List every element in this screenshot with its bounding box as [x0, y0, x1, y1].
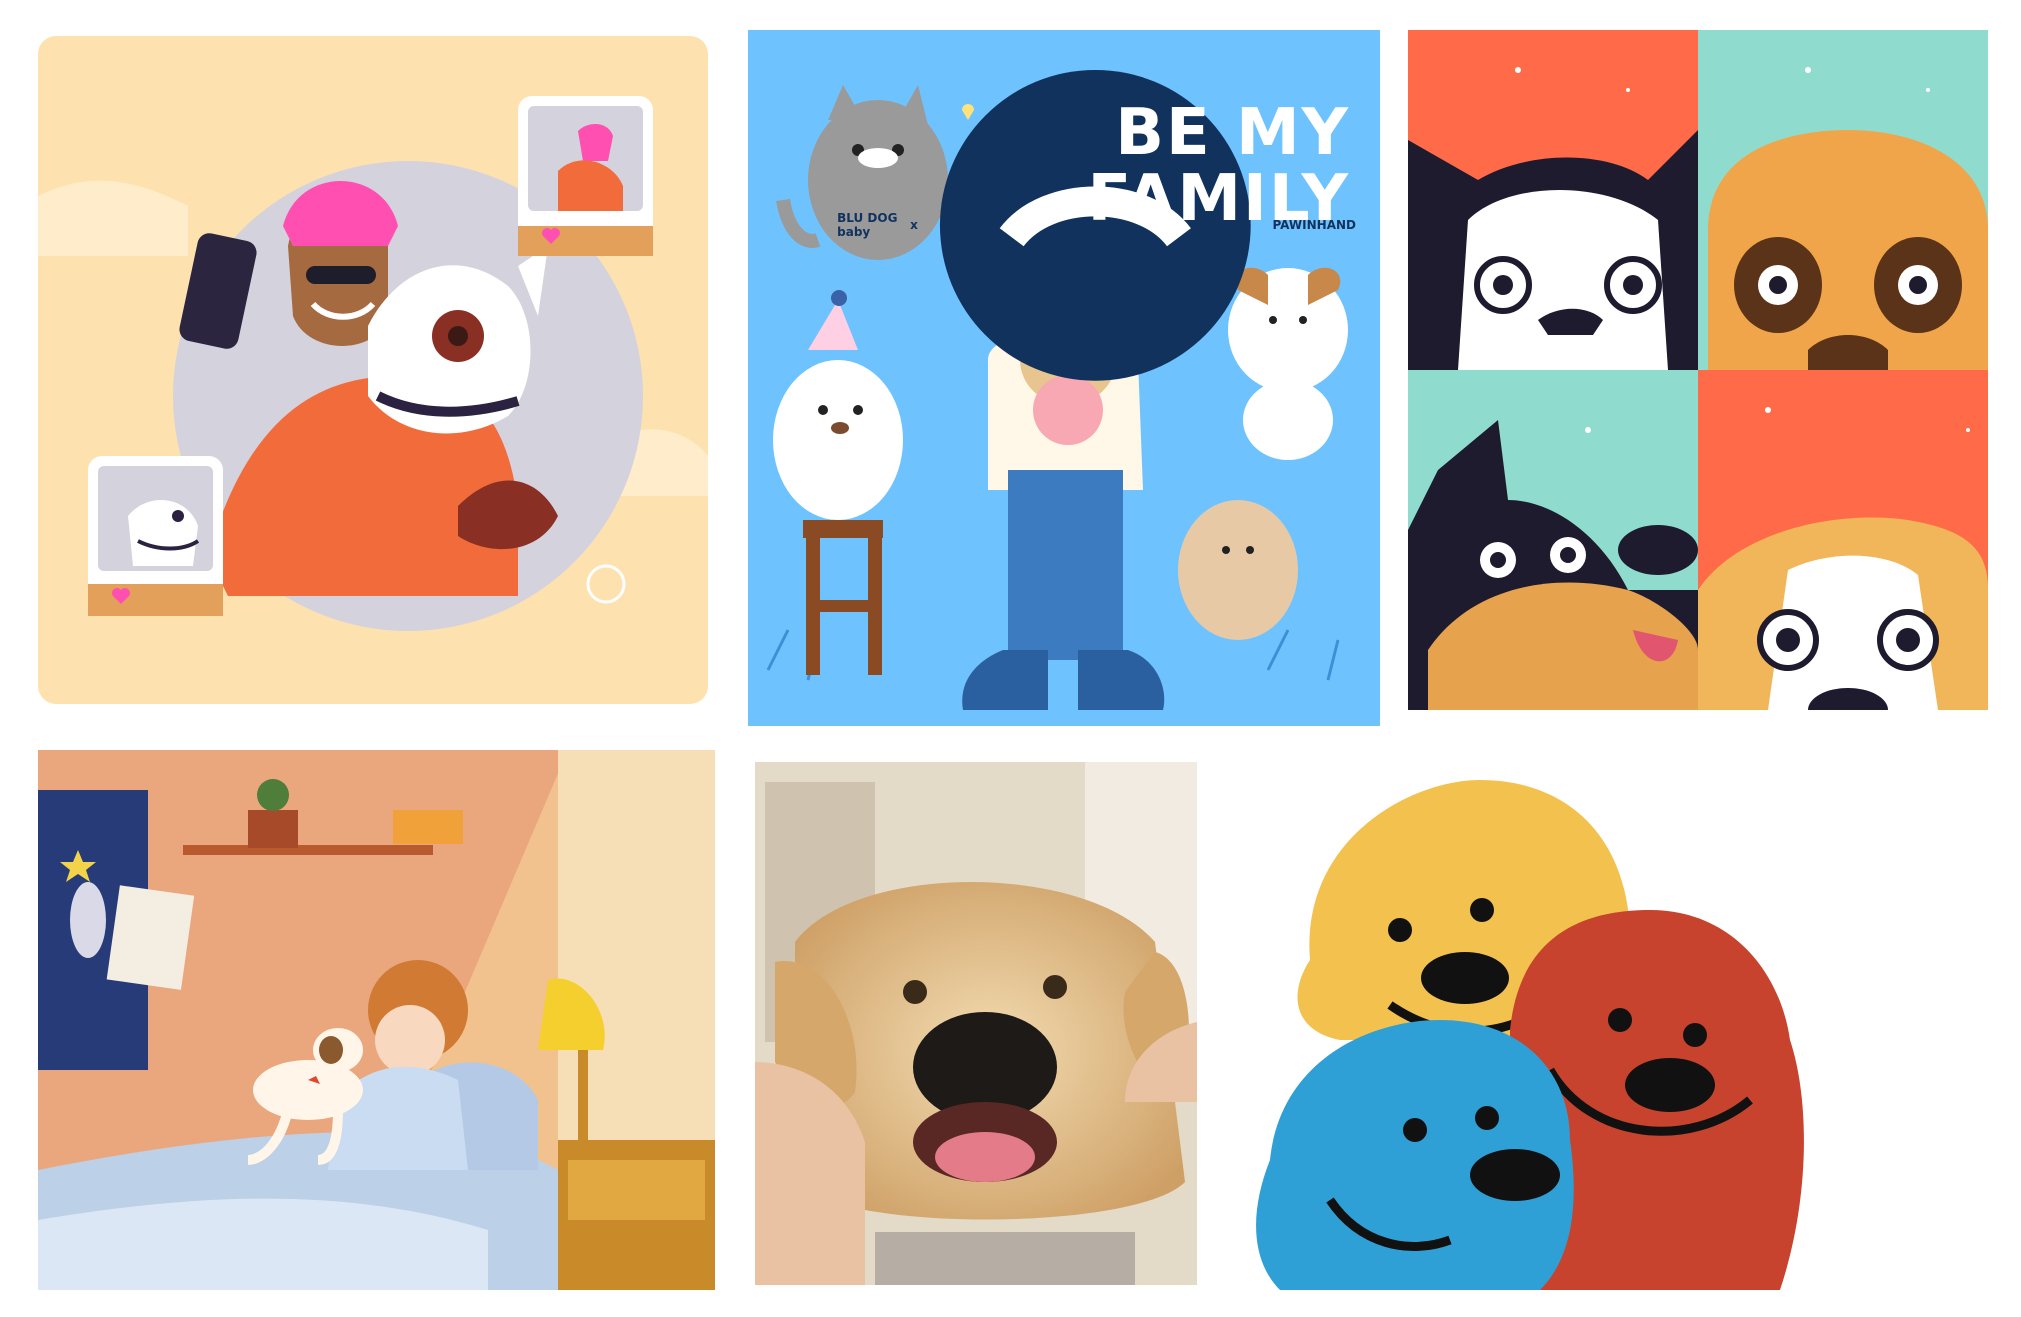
- poster-headline: BE MY FAMILY: [1087, 100, 1350, 232]
- bedroom-scene-tile[interactable]: [38, 750, 715, 1290]
- photo-card-bottom: [88, 456, 223, 616]
- blob-dogs-illustration: [1256, 780, 1804, 1290]
- headline-line-1: BE MY: [1115, 96, 1350, 170]
- bedroom-illustration: [38, 750, 715, 1290]
- blob-dogs-tile[interactable]: [1250, 780, 1830, 1290]
- photo-card-top: [518, 96, 653, 256]
- brand-left-label: BLU DOG baby: [837, 211, 898, 240]
- headline-line-2: FAMILY: [1087, 162, 1350, 236]
- selfie-illustration: [38, 96, 708, 631]
- brand-separator: x: [910, 218, 918, 233]
- smiling-puppy-photo-tile[interactable]: [755, 762, 1197, 1285]
- puppy-photo: [755, 762, 1197, 1285]
- selfie-illustration-tile[interactable]: [38, 36, 708, 704]
- four-dogs-quad-tile[interactable]: [1408, 30, 1988, 710]
- four-dogs-illustration: [1408, 30, 1988, 710]
- be-my-family-poster-tile[interactable]: BLU DOG baby x PAWINHAND BE MY FAMILY: [748, 30, 1380, 726]
